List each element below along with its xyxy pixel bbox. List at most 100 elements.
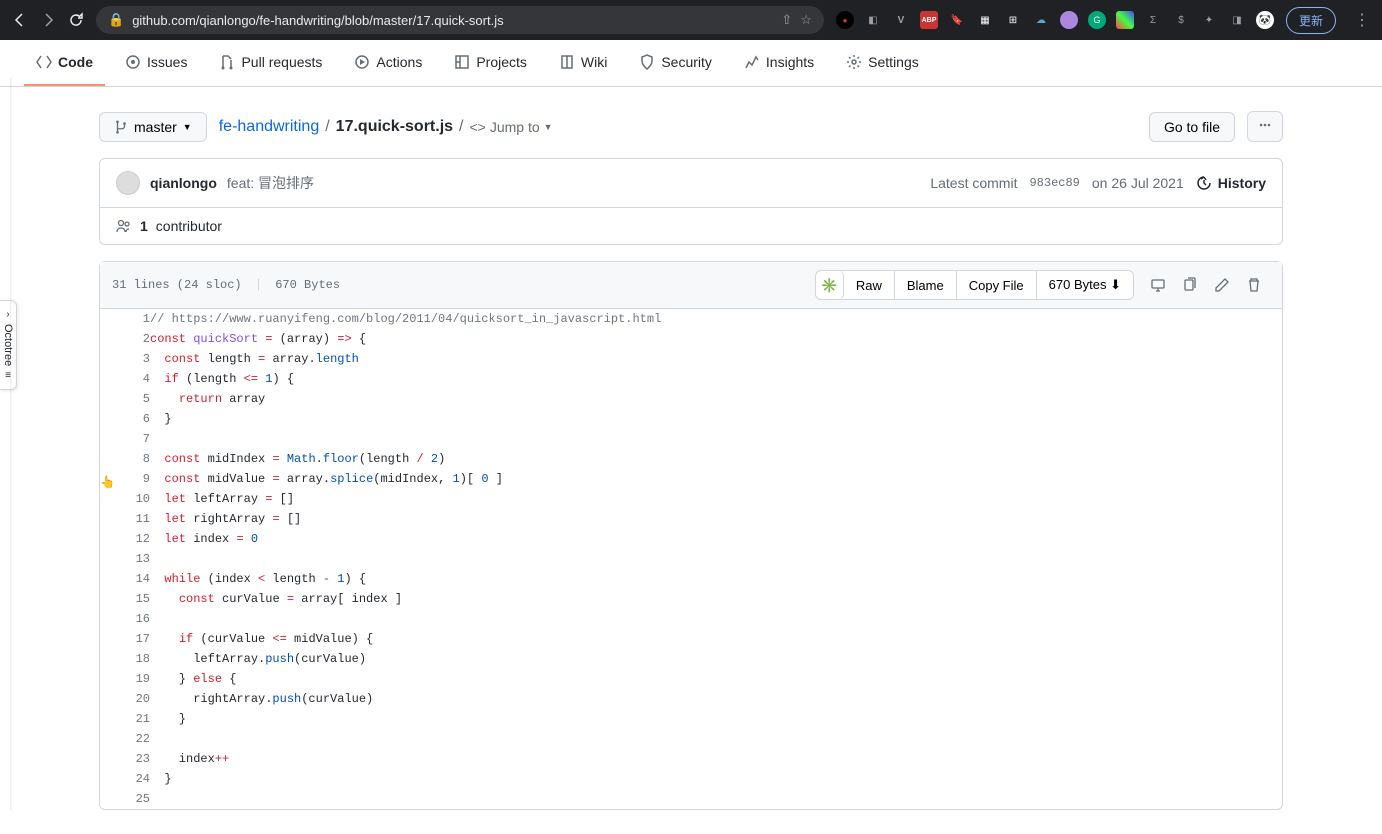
ext-icon-calc[interactable]: ⊞ [1004,11,1022,29]
line-number[interactable]: 25 [100,789,150,809]
line-content[interactable]: const quickSort = (array) => { [150,329,1282,349]
forward-button[interactable] [40,12,56,28]
ext-icon-v[interactable]: V [892,11,910,29]
ext-icon-dollar[interactable]: $ [1172,11,1190,29]
line-number[interactable]: 14 [100,569,150,589]
ext-icon-1[interactable]: ● [836,11,854,29]
code-line[interactable]: 22 [100,729,1282,749]
code-line[interactable]: 7 [100,429,1282,449]
code-line[interactable]: 24 } [100,769,1282,789]
ext-icon-cloud[interactable]: ☁ [1032,11,1050,29]
code-line[interactable]: 14 while (index < length - 1) { [100,569,1282,589]
line-content[interactable]: index++ [150,749,1282,769]
line-content[interactable]: const midValue = array.splice(midIndex, … [150,469,1282,489]
line-number[interactable]: 22 [100,729,150,749]
tab-projects[interactable]: Projects [442,40,539,86]
ext-icon-bookmark[interactable]: 🔖 [948,11,966,29]
code-line[interactable]: 25 [100,789,1282,809]
download-button[interactable]: 670 Bytes ⬇ [1037,271,1133,299]
line-content[interactable]: return array [150,389,1282,409]
code-line[interactable]: 15 const curValue = array[ index ] [100,589,1282,609]
ext-icon-g[interactable]: G [1088,11,1106,29]
code-line[interactable]: 23 index++ [100,749,1282,769]
line-number[interactable]: 13 [100,549,150,569]
tab-pulls[interactable]: Pull requests [207,40,334,86]
code-line[interactable]: 17 if (curValue <= midValue) { [100,629,1282,649]
sourcegraph-button[interactable]: ✳️ [816,271,844,299]
refresh-button[interactable] [68,12,84,28]
line-number[interactable]: 10 [100,489,150,509]
commit-message[interactable]: feat: 冒泡排序 [227,173,314,193]
code-line[interactable]: 9 const midValue = array.splice(midIndex… [100,469,1282,489]
copy-button[interactable] [1174,271,1206,299]
update-button[interactable]: 更新 [1286,7,1336,34]
line-content[interactable]: // https://www.ruanyifeng.com/blog/2011/… [150,309,1282,329]
line-number[interactable]: 23 [100,749,150,769]
code-line[interactable]: 2const quickSort = (array) => { [100,329,1282,349]
author-avatar[interactable] [116,171,140,195]
line-content[interactable]: const length = array.length [150,349,1282,369]
share-icon[interactable]: ⇧ [781,12,792,28]
jump-to-button[interactable]: <> Jump to ▼ [470,119,553,135]
ext-icon-grid[interactable] [1116,11,1134,29]
line-content[interactable]: rightArray.push(curValue) [150,689,1282,709]
branch-selector[interactable]: master ▼ [99,112,207,142]
profile-avatar[interactable]: 🐼 [1256,11,1274,29]
line-number[interactable]: 1 [100,309,150,329]
code-line[interactable]: 12 let index = 0 [100,529,1282,549]
line-number[interactable]: 3 [100,349,150,369]
ext-icon-abp[interactable]: ABP [920,11,938,29]
line-number[interactable]: 2 [100,329,150,349]
line-number[interactable]: 4 [100,369,150,389]
code-line[interactable]: 10 let leftArray = [] [100,489,1282,509]
line-content[interactable]: const curValue = array[ index ] [150,589,1282,609]
code-line[interactable]: 5 return array [100,389,1282,409]
line-content[interactable]: } else { [150,669,1282,689]
line-content[interactable]: } [150,709,1282,729]
line-content[interactable] [150,549,1282,569]
line-content[interactable]: } [150,409,1282,429]
line-number[interactable]: 9 [100,469,150,489]
tab-security[interactable]: Security [627,40,724,86]
code-line[interactable]: 3 const length = array.length [100,349,1282,369]
line-number[interactable]: 11 [100,509,150,529]
octotree-tab[interactable]: › Octotree ≡ [0,300,17,390]
menu-icon[interactable]: ⋮ [1354,10,1370,30]
line-number[interactable]: 7 [100,429,150,449]
url-bar[interactable]: 🔒 github.com/qianlongo/fe-handwriting/bl… [96,6,824,34]
tab-issues[interactable]: Issues [113,40,199,86]
code-line[interactable]: 4 if (length <= 1) { [100,369,1282,389]
repo-link[interactable]: fe-handwriting [219,118,320,136]
code-line[interactable]: 8 const midIndex = Math.floor(length / 2… [100,449,1282,469]
delete-button[interactable] [1238,271,1270,299]
tab-wiki[interactable]: Wiki [547,40,619,86]
line-content[interactable]: if (length <= 1) { [150,369,1282,389]
line-content[interactable] [150,729,1282,749]
tab-code[interactable]: Code [24,40,105,86]
line-number[interactable]: 24 [100,769,150,789]
code-line[interactable]: 16 [100,609,1282,629]
ext-icon-qr[interactable]: ▦ [976,11,994,29]
author-name[interactable]: qianlongo [150,175,217,191]
history-button[interactable]: History [1196,175,1266,191]
line-content[interactable]: let index = 0 [150,529,1282,549]
more-options-button[interactable] [1247,111,1283,142]
ext-icon-2[interactable]: ◧ [864,11,882,29]
line-content[interactable]: if (curValue <= midValue) { [150,629,1282,649]
line-content[interactable] [150,429,1282,449]
code-line[interactable]: 21 } [100,709,1282,729]
line-content[interactable] [150,789,1282,809]
line-number[interactable]: 17 [100,629,150,649]
code-line[interactable]: 1// https://www.ruanyifeng.com/blog/2011… [100,309,1282,329]
line-number[interactable]: 12 [100,529,150,549]
line-number[interactable]: 20 [100,689,150,709]
back-button[interactable] [12,12,28,28]
line-number[interactable]: 18 [100,649,150,669]
ext-icon-purple[interactable] [1060,11,1078,29]
ext-icon-puzzle[interactable]: ✦ [1200,11,1218,29]
code-line[interactable]: 6 } [100,409,1282,429]
ext-icon-sigma[interactable]: Σ [1144,11,1162,29]
line-content[interactable] [150,609,1282,629]
tab-actions[interactable]: Actions [342,40,434,86]
code-line[interactable]: 20 rightArray.push(curValue) [100,689,1282,709]
